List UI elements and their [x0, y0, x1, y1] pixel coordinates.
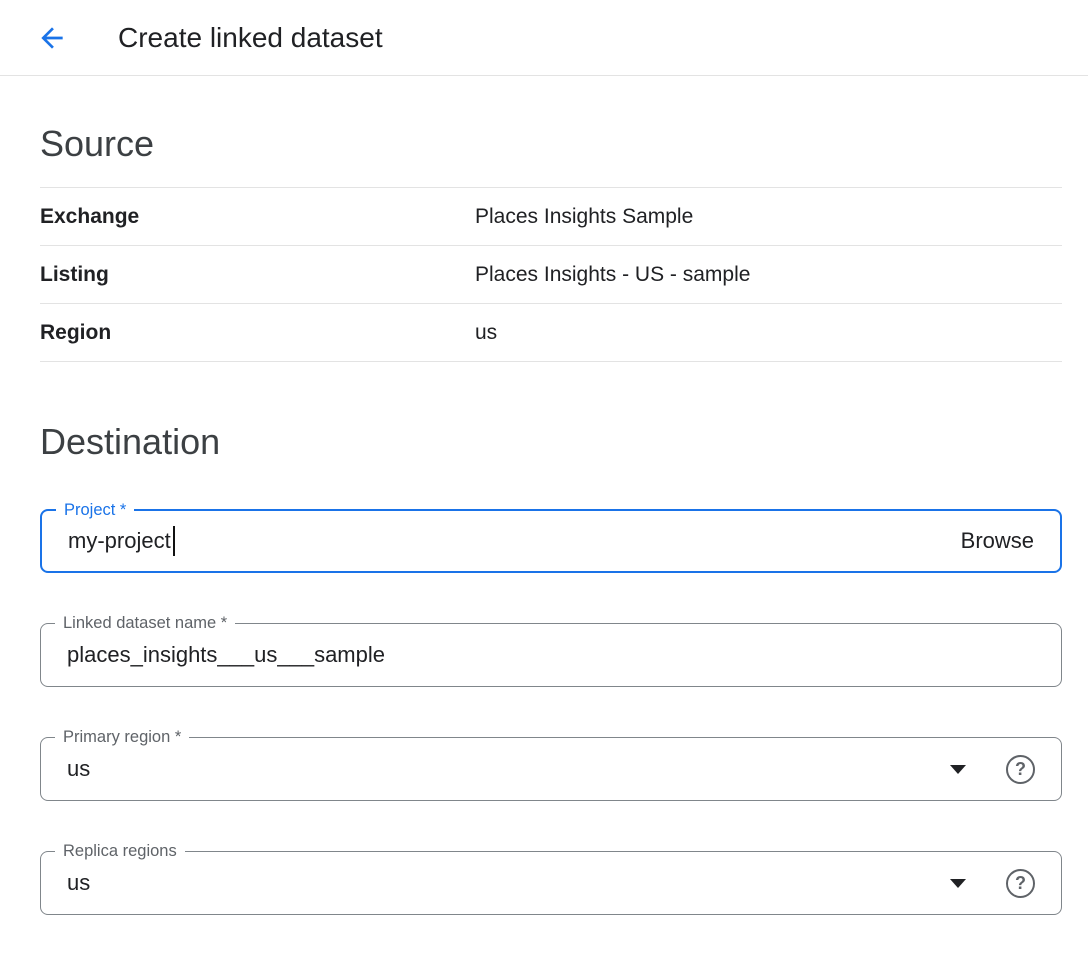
help-icon[interactable]: ? [1006, 869, 1035, 898]
primary-region-select[interactable]: Primary region * us ? [40, 737, 1062, 801]
primary-region-value: us [67, 756, 90, 782]
project-field[interactable]: Project * my-project Browse [40, 509, 1062, 573]
replica-regions-value: us [67, 870, 90, 896]
listing-value: Places Insights - US - sample [475, 263, 750, 287]
region-label: Region [40, 321, 475, 345]
browse-button[interactable]: Browse [961, 528, 1034, 554]
project-field-value[interactable]: my-project [68, 528, 171, 554]
chevron-down-icon[interactable] [950, 765, 966, 774]
main-content: Source Exchange Places Insights Sample L… [0, 122, 1088, 945]
table-row-listing: Listing Places Insights - US - sample [40, 246, 1062, 304]
table-row-exchange: Exchange Places Insights Sample [40, 188, 1062, 246]
listing-label: Listing [40, 263, 475, 287]
page-header: Create linked dataset [0, 0, 1088, 76]
page-title: Create linked dataset [118, 22, 383, 54]
source-heading: Source [40, 122, 1062, 165]
help-icon[interactable]: ? [1006, 755, 1035, 784]
primary-region-label: Primary region * [55, 727, 189, 748]
region-value: us [475, 321, 497, 345]
arrow-back-icon [36, 22, 68, 54]
back-button[interactable] [30, 16, 74, 60]
linked-dataset-name-field[interactable]: Linked dataset name * places_insights___… [40, 623, 1062, 687]
linked-dataset-name-label: Linked dataset name * [55, 613, 235, 634]
exchange-value: Places Insights Sample [475, 205, 693, 229]
destination-heading: Destination [40, 420, 1062, 463]
project-field-label: Project * [56, 500, 134, 521]
chevron-down-icon[interactable] [950, 879, 966, 888]
linked-dataset-name-value[interactable]: places_insights___us___sample [67, 642, 385, 668]
replica-regions-label: Replica regions [55, 841, 185, 862]
text-cursor [173, 526, 175, 556]
table-row-region: Region us [40, 304, 1062, 362]
replica-regions-select[interactable]: Replica regions us ? [40, 851, 1062, 915]
exchange-label: Exchange [40, 205, 475, 229]
source-rows: Exchange Places Insights Sample Listing … [40, 187, 1062, 362]
